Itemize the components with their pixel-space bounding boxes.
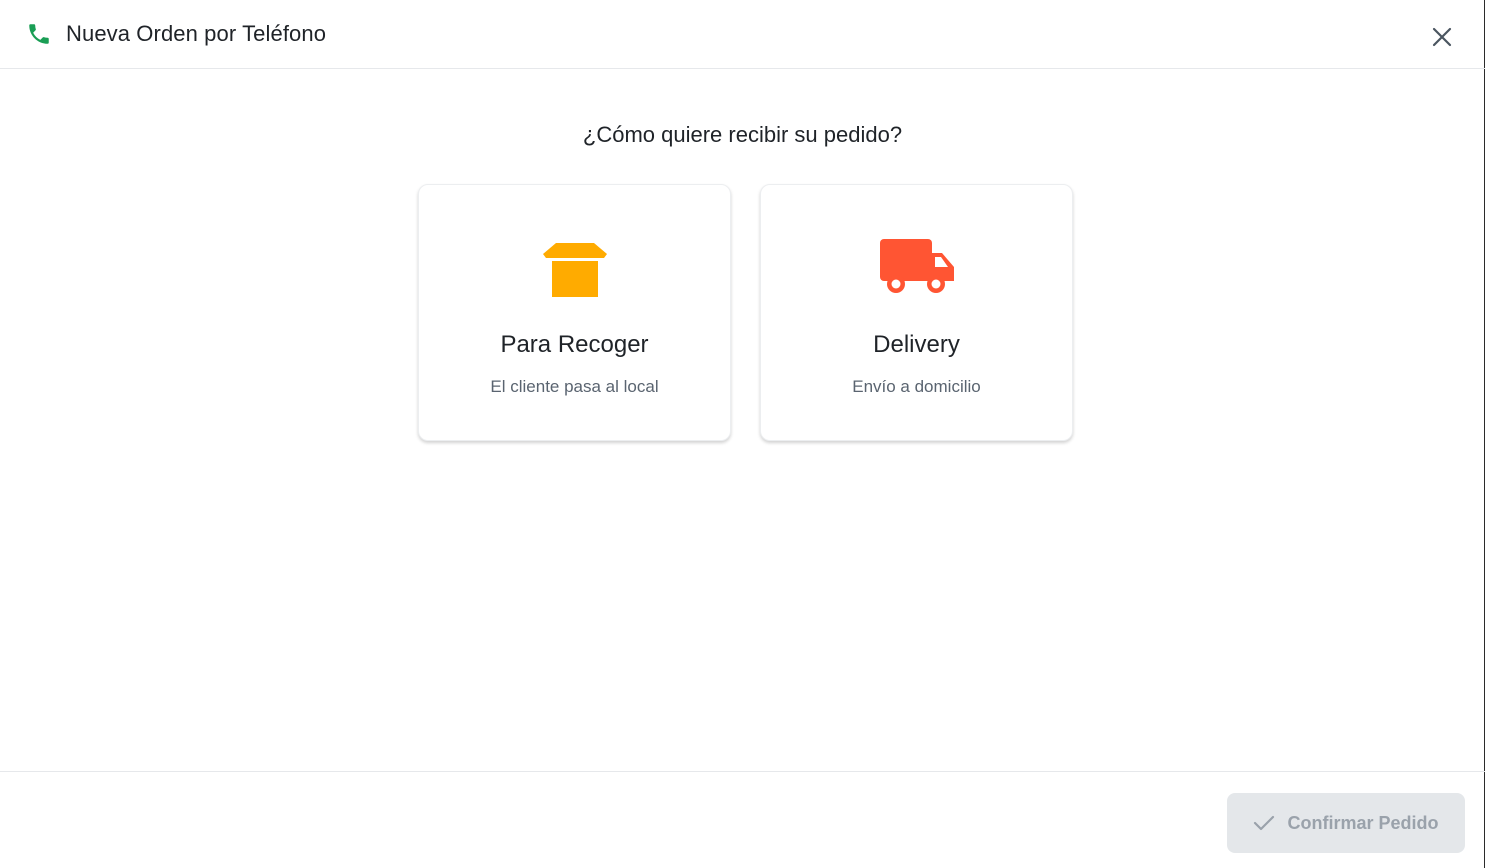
delivery-truck-icon (761, 237, 1072, 297)
pickup-option-subtitle: El cliente pasa al local (490, 377, 659, 396)
close-button[interactable] (1427, 22, 1457, 52)
order-type-question: ¿Cómo quiere recibir su pedido? (582, 122, 903, 147)
delivery-option-card[interactable]: Delivery Envío a domicilio (760, 184, 1073, 441)
delivery-option-subtitle: Envío a domicilio (852, 377, 981, 396)
pickup-option-title: Para Recoger (500, 331, 649, 358)
takeout-box-icon (419, 237, 730, 297)
close-icon (1431, 26, 1453, 48)
dialog-title: Nueva Orden por Teléfono (66, 21, 327, 46)
pickup-option-card[interactable]: Para Recoger El cliente pasa al local (418, 184, 731, 441)
phone-icon (26, 21, 52, 47)
phone-order-dialog: Nueva Orden por Teléfono ¿Cómo quiere re… (0, 0, 1485, 868)
dialog-header: Nueva Orden por Teléfono (0, 0, 1485, 69)
dialog-footer: Confirmar Pedido (0, 771, 1485, 868)
delivery-option-title: Delivery (873, 331, 960, 358)
confirm-order-label: Confirmar Pedido (1287, 812, 1439, 833)
check-icon (1253, 814, 1275, 832)
confirm-order-button[interactable]: Confirmar Pedido (1227, 793, 1465, 853)
